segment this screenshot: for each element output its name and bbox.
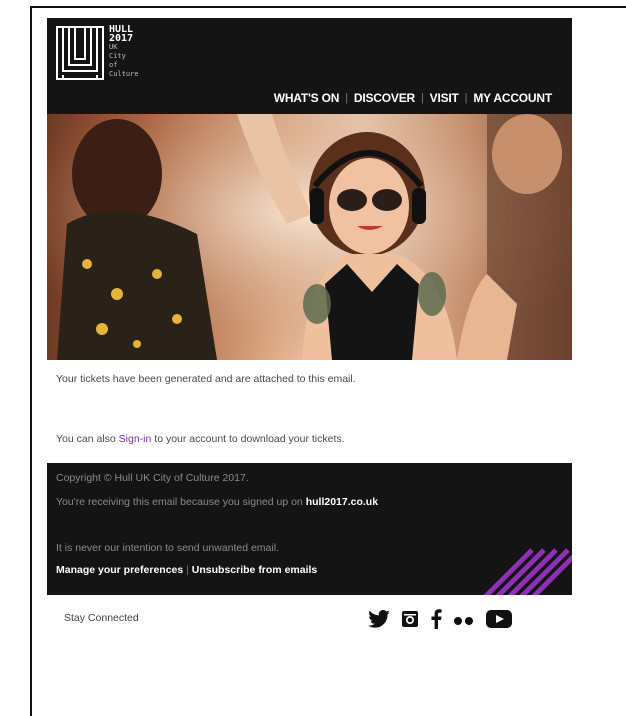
signup-reason: You're receiving this email because you … <box>56 496 378 508</box>
nav-visit[interactable]: VISIT <box>430 91 459 105</box>
main-nav: WHAT'S ON | DISCOVER | VISIT | MY ACCOUN… <box>274 91 552 105</box>
copyright-text: Copyright © Hull UK City of Culture 2017… <box>56 472 249 484</box>
hull-2017-logo[interactable]: HULL 2017 UK City of Culture <box>55 25 155 85</box>
logo-mark-icon <box>56 26 104 80</box>
signup-reason-text: You're receiving this email because you … <box>56 496 306 508</box>
sign-in-message-before: You can also <box>56 433 119 445</box>
logo-wordmark: HULL 2017 UK City of Culture <box>109 25 139 79</box>
flickr-icon[interactable] <box>453 613 475 631</box>
unsubscribe-link[interactable]: Unsubscribe from emails <box>192 564 317 576</box>
nav-separator: | <box>464 92 468 104</box>
footer-links: Manage your preferences | Unsubscribe fr… <box>56 564 317 576</box>
nav-discover[interactable]: DISCOVER <box>354 91 415 105</box>
hero-illustration <box>47 114 572 360</box>
nav-separator: | <box>345 92 348 104</box>
purple-stripes-graphic <box>483 548 572 595</box>
youtube-icon[interactable] <box>486 610 512 633</box>
email-footer: Copyright © Hull UK City of Culture 2017… <box>47 463 572 595</box>
facebook-icon[interactable] <box>430 609 442 634</box>
manage-preferences-link[interactable]: Manage your preferences <box>56 564 183 576</box>
instagram-icon[interactable] <box>401 610 419 633</box>
logo-uk: UK <box>109 43 118 51</box>
social-links <box>368 609 512 634</box>
nav-separator: | <box>420 92 424 104</box>
stay-connected-label: Stay Connected <box>64 612 139 624</box>
sign-in-message-after: to your account to download your tickets… <box>151 433 345 445</box>
nav-whats-on[interactable]: WHAT'S ON <box>274 91 340 105</box>
email-header: HULL 2017 UK City of Culture WHAT'S ON |… <box>47 18 572 114</box>
hull2017-link[interactable]: hull2017.co.uk <box>306 496 378 508</box>
tickets-generated-message: Your tickets have been generated and are… <box>56 373 356 385</box>
unwanted-email-notice: It is never our intention to send unwant… <box>56 542 279 554</box>
logo-of: of <box>109 61 118 69</box>
sign-in-link[interactable]: Sign-in <box>119 433 152 445</box>
footer-link-separator: | <box>186 564 189 576</box>
logo-culture: Culture <box>109 70 139 78</box>
twitter-icon[interactable] <box>368 610 390 633</box>
logo-year: 2017 <box>109 33 134 44</box>
sign-in-message: You can also Sign-in to your account to … <box>56 433 345 445</box>
hero-image <box>47 114 572 360</box>
nav-my-account[interactable]: MY ACCOUNT <box>473 91 552 105</box>
logo-city: City <box>109 52 126 60</box>
